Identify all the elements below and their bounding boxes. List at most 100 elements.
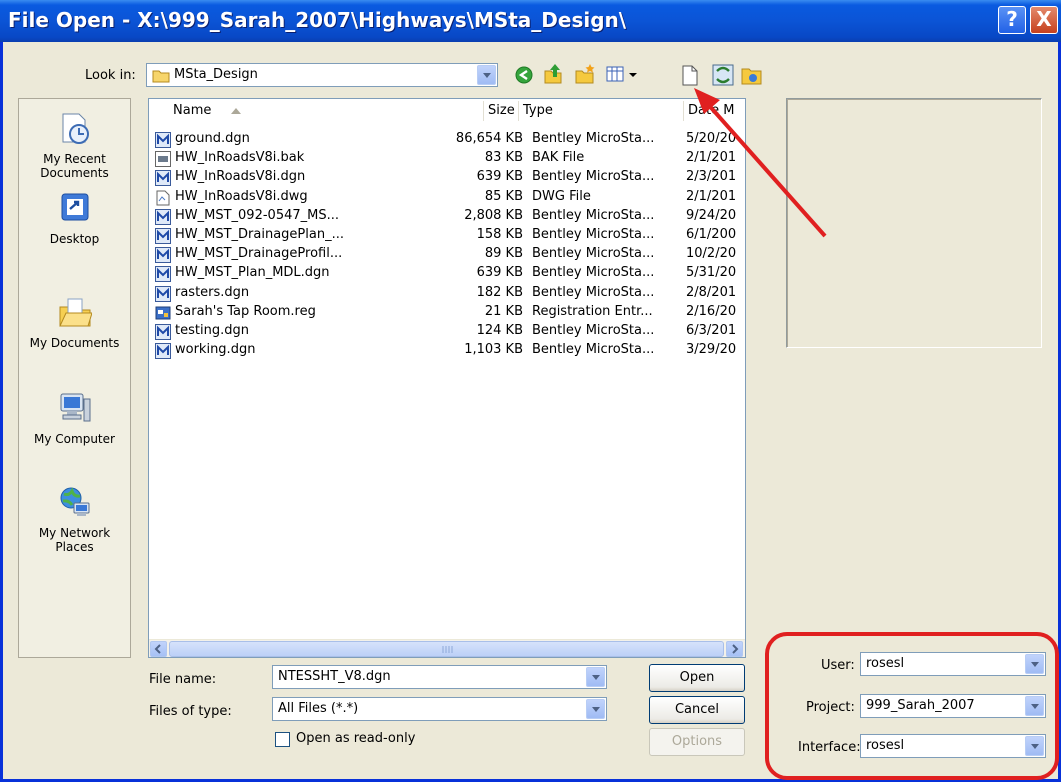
file-size-cell: 83 KB <box>484 150 523 166</box>
column-header-name[interactable]: Name <box>169 101 484 121</box>
place-my-recent-documents[interactable]: My Recent Documents <box>19 111 130 180</box>
read-only-checkbox[interactable] <box>275 732 290 747</box>
file-size-cell: 85 KB <box>484 188 523 204</box>
network-places-icon <box>60 487 89 516</box>
file-type-cell: Bentley MicroSta... <box>532 246 655 262</box>
file-type-cell: Bentley MicroSta... <box>532 284 655 300</box>
places-bar: My Recent Documents Desktop My Documents <box>18 98 131 658</box>
file-row[interactable]: HW_InRoadsV8i.dwg 85 KB DWG File 2/1/201 <box>155 189 745 207</box>
file-row[interactable]: HW_InRoadsV8i.bak 83 KB BAK File 2/1/201 <box>155 150 745 168</box>
scroll-thumb[interactable] <box>169 641 724 657</box>
file-date-cell: 2/16/20 <box>686 303 737 319</box>
my-computer-icon <box>60 393 90 422</box>
file-row[interactable]: testing.dgn 124 KB Bentley MicroSta... 6/3/… <box>155 323 745 341</box>
file-type-label: Files of type: <box>149 704 232 719</box>
column-header-size[interactable]: Size <box>484 101 519 121</box>
file-date-cell: 6/3/201 <box>686 323 737 338</box>
file-row[interactable]: rasters.dgn 182 KB Bentley MicroSta... 2/8/… <box>155 285 745 303</box>
chevron-down-icon[interactable] <box>586 699 605 719</box>
preview-pane <box>786 98 1042 348</box>
file-name-cell: HW_InRoadsV8i.bak <box>175 150 305 166</box>
look-in-value: MSta_Design <box>174 67 258 82</box>
cancel-button[interactable]: Cancel <box>649 696 745 724</box>
file-size-cell: 1,103 KB <box>464 342 523 358</box>
title-bar[interactable]: File Open - X:\999_Sarah_2007\Highways\M… <box>0 0 1061 42</box>
file-type-cell: Bentley MicroSta... <box>532 265 655 281</box>
place-label-computer: My Computer <box>34 432 115 446</box>
file-name-label: File name: <box>149 672 217 687</box>
close-button[interactable]: X <box>1030 6 1058 34</box>
look-in-dropdown[interactable]: MSta_Design <box>146 63 498 87</box>
open-button[interactable]: Open <box>649 664 745 692</box>
place-my-documents[interactable]: My Documents <box>19 295 130 350</box>
file-type-value: All Files (*.*) <box>278 701 359 716</box>
column-header-type[interactable]: Type <box>519 101 684 121</box>
file-row[interactable]: HW_MST_DrainageProfil... 89 KB Bentley Mic… <box>155 246 745 264</box>
file-size-cell: 639 KB <box>476 265 523 281</box>
file-type-cell: Bentley MicroSta... <box>532 342 655 358</box>
chevron-right-icon <box>732 644 739 654</box>
place-my-computer[interactable]: My Computer <box>19 391 130 446</box>
file-row[interactable]: HW_MST_092-0547_MS... 2,808 KB Bentley Mic… <box>155 208 745 226</box>
scroll-left-button[interactable] <box>150 641 167 657</box>
folder-icon <box>152 70 170 83</box>
bak-file-icon <box>155 151 171 168</box>
file-size-cell: 86,654 KB <box>455 131 523 146</box>
microstation-file-icon <box>155 170 171 187</box>
file-row[interactable]: working.dgn 1,103 KB Bentley MicroSta... 3/… <box>155 342 745 360</box>
file-type-cell: Bentley MicroSta... <box>532 227 655 242</box>
place-label-documents: My Documents <box>29 336 120 350</box>
read-only-label[interactable]: Open as read-only <box>296 731 415 746</box>
column-header-date[interactable]: Date M <box>684 101 745 121</box>
up-folder-icon[interactable] <box>543 63 563 85</box>
place-desktop[interactable]: Desktop <box>19 191 130 246</box>
file-date-cell: 3/29/20 <box>686 342 737 358</box>
scroll-right-button[interactable] <box>726 641 743 657</box>
file-row[interactable]: HW_MST_DrainagePlan_... 158 KB Bentley Mic… <box>155 227 745 245</box>
chevron-down-icon[interactable] <box>477 65 496 85</box>
file-date-cell: 2/8/201 <box>686 284 737 300</box>
file-name-value: NTESSHT_V8.dgn <box>278 669 391 684</box>
chevron-down-icon[interactable] <box>586 667 605 687</box>
dialog-title: File Open - X:\999_Sarah_2007\Highways\M… <box>8 8 627 32</box>
place-label-recent: My Recent Documents <box>40 152 109 180</box>
file-name-cell: HW_InRoadsV8i.dwg <box>175 188 308 204</box>
file-name-cell: HW_MST_092-0547_MS... <box>175 207 339 223</box>
microstation-file-icon <box>155 266 171 283</box>
back-icon[interactable] <box>514 65 534 85</box>
file-date-cell: 10/2/20 <box>686 246 737 262</box>
new-folder-icon[interactable] <box>574 63 596 85</box>
file-size-cell: 21 KB <box>484 303 523 319</box>
new-file-icon[interactable] <box>680 63 700 87</box>
horizontal-scrollbar[interactable] <box>149 639 745 657</box>
file-name-combo[interactable]: NTESSHT_V8.dgn <box>272 665 607 689</box>
microstation-file-icon <box>155 208 171 225</box>
help-button[interactable]: ? <box>998 6 1026 34</box>
place-my-network-places[interactable]: My Network Places <box>19 485 130 554</box>
file-list[interactable]: Name Size Type Date M ground.dgn 86,654 K… <box>148 98 746 658</box>
file-size-cell: 182 KB <box>476 284 523 300</box>
options-button[interactable]: Options <box>649 728 745 756</box>
file-type-cell: BAK File <box>532 150 585 166</box>
file-name-cell: HW_MST_Plan_MDL.dgn <box>175 265 330 281</box>
file-row[interactable]: ground.dgn 86,654 KB Bentley MicroSta... 5/… <box>155 131 745 149</box>
refresh-icon[interactable] <box>712 64 734 86</box>
desktop-icon <box>61 193 88 221</box>
my-documents-icon <box>58 298 93 327</box>
favorite-folder-icon[interactable] <box>741 64 763 86</box>
place-label-desktop: Desktop <box>49 232 100 246</box>
views-menu-icon[interactable] <box>606 64 640 84</box>
file-date-cell: 5/20/20 <box>686 131 737 146</box>
file-row[interactable]: HW_MST_Plan_MDL.dgn 639 KB Bentley MicroSt… <box>155 265 745 283</box>
chevron-left-icon <box>154 644 161 654</box>
file-name-cell: testing.dgn <box>175 323 249 338</box>
file-name-cell: Sarah's Tap Room.reg <box>175 303 316 319</box>
file-name-cell: HW_MST_DrainageProfil... <box>175 246 343 262</box>
microstation-file-icon <box>155 247 171 264</box>
place-label-network: My Network Places <box>38 526 111 554</box>
file-type-dropdown[interactable]: All Files (*.*) <box>272 697 607 721</box>
microstation-file-icon <box>155 228 171 244</box>
file-row[interactable]: HW_InRoadsV8i.dgn 639 KB Bentley MicroSta.… <box>155 169 745 187</box>
file-name-cell: ground.dgn <box>175 131 250 146</box>
file-row[interactable]: Sarah's Tap Room.reg 21 KB Registration En… <box>155 304 745 322</box>
